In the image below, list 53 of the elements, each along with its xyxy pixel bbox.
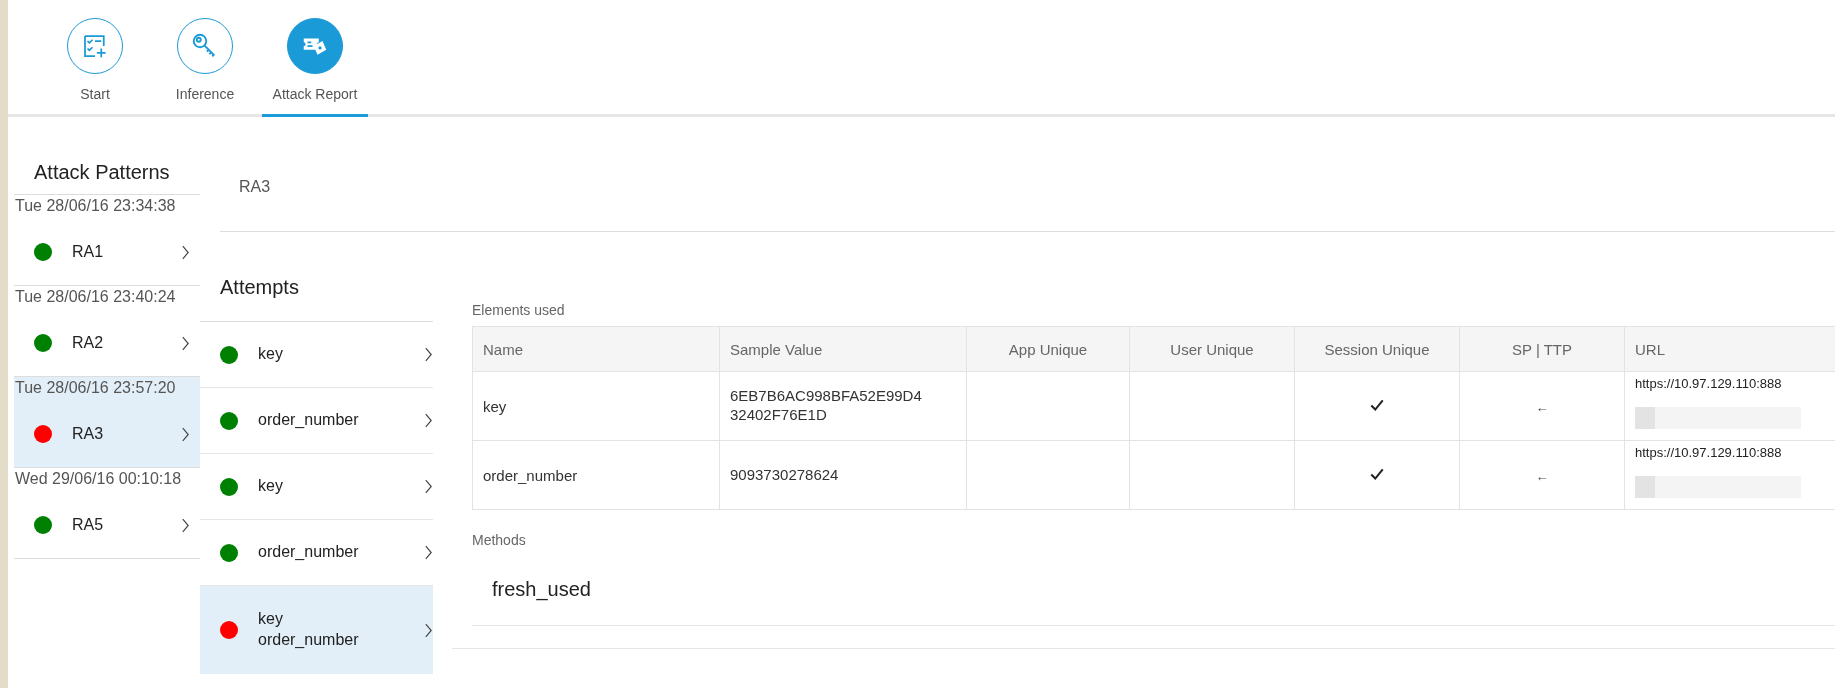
chevron-icon [424, 544, 433, 561]
attempt-name: order_number [258, 410, 360, 431]
column-header: App Unique [966, 326, 1130, 372]
detail-title: RA3 [239, 178, 271, 196]
pattern-name: RA2 [72, 334, 105, 352]
attempt-name: key [258, 476, 284, 497]
pattern-name: RA1 [72, 243, 105, 261]
column-header: Sample Value [719, 326, 967, 372]
table-cell: 6EB7B6AC998BFA52E99D4 32402F76E1D [719, 371, 967, 441]
column-header: User Unique [1129, 326, 1295, 372]
timestamp: Tue 28/06/16 23:40:24 [14, 287, 177, 306]
attempt-name: key [258, 344, 284, 365]
attempt-item[interactable]: key [200, 454, 433, 520]
arrow-text: ← [1535, 468, 1549, 484]
column-header: SP | TTP [1459, 326, 1625, 372]
timestamp: Tue 28/06/16 23:57:20 [14, 378, 177, 397]
section-label: Methods [472, 532, 527, 548]
chevron-icon [424, 412, 433, 429]
column-header: Session Unique [1294, 326, 1460, 372]
panel-title: Attack Patterns [14, 117, 200, 195]
chevron-icon [424, 478, 433, 495]
chevron-icon [181, 425, 190, 443]
attempt-item[interactable]: order_number [200, 388, 433, 454]
pattern-name: RA5 [72, 516, 105, 534]
timestamp: Tue 28/06/16 23:34:38 [14, 196, 177, 215]
panel-title: Attempts [200, 232, 433, 322]
arrow-text: ← [1535, 399, 1549, 415]
chevron-icon [424, 346, 433, 363]
chevron-icon [424, 621, 433, 639]
pattern-item[interactable]: Tue 28/06/16 23:34:38 RA1 [14, 195, 200, 286]
table-cell: order_number [472, 440, 720, 510]
nav-tab[interactable]: Inference [152, 18, 258, 117]
table-cell: 9093730278624 [719, 440, 967, 510]
url-text: https://10.97.129.110:888 [1635, 445, 1783, 460]
method-item: fresh_used [472, 548, 1835, 626]
timestamp: Wed 29/06/16 00:10:18 [14, 469, 183, 488]
column-header: Name [472, 326, 720, 372]
pattern-item[interactable]: Tue 28/06/16 23:57:20 RA3 [14, 377, 200, 468]
attempt-item[interactable]: key [200, 322, 433, 388]
nav-tab[interactable]: Start [42, 18, 148, 117]
pattern-item[interactable]: Wed 29/06/16 00:10:18 RA5 [14, 468, 200, 559]
table-cell: key [472, 371, 720, 441]
attempt-name: key order_number [258, 609, 360, 650]
chevron-icon [181, 516, 190, 534]
url-text: https://10.97.129.110:888 [1635, 376, 1783, 391]
column-header: URL [1624, 326, 1835, 372]
attempt-name: order_number [258, 542, 360, 563]
attempt-item[interactable]: key order_number [200, 586, 433, 674]
section-label: Elements used [472, 302, 566, 318]
chevron-icon [181, 243, 190, 261]
pattern-name: RA3 [72, 425, 105, 443]
chevron-icon [181, 334, 190, 352]
nav-tab[interactable]: Attack Report [262, 18, 368, 117]
